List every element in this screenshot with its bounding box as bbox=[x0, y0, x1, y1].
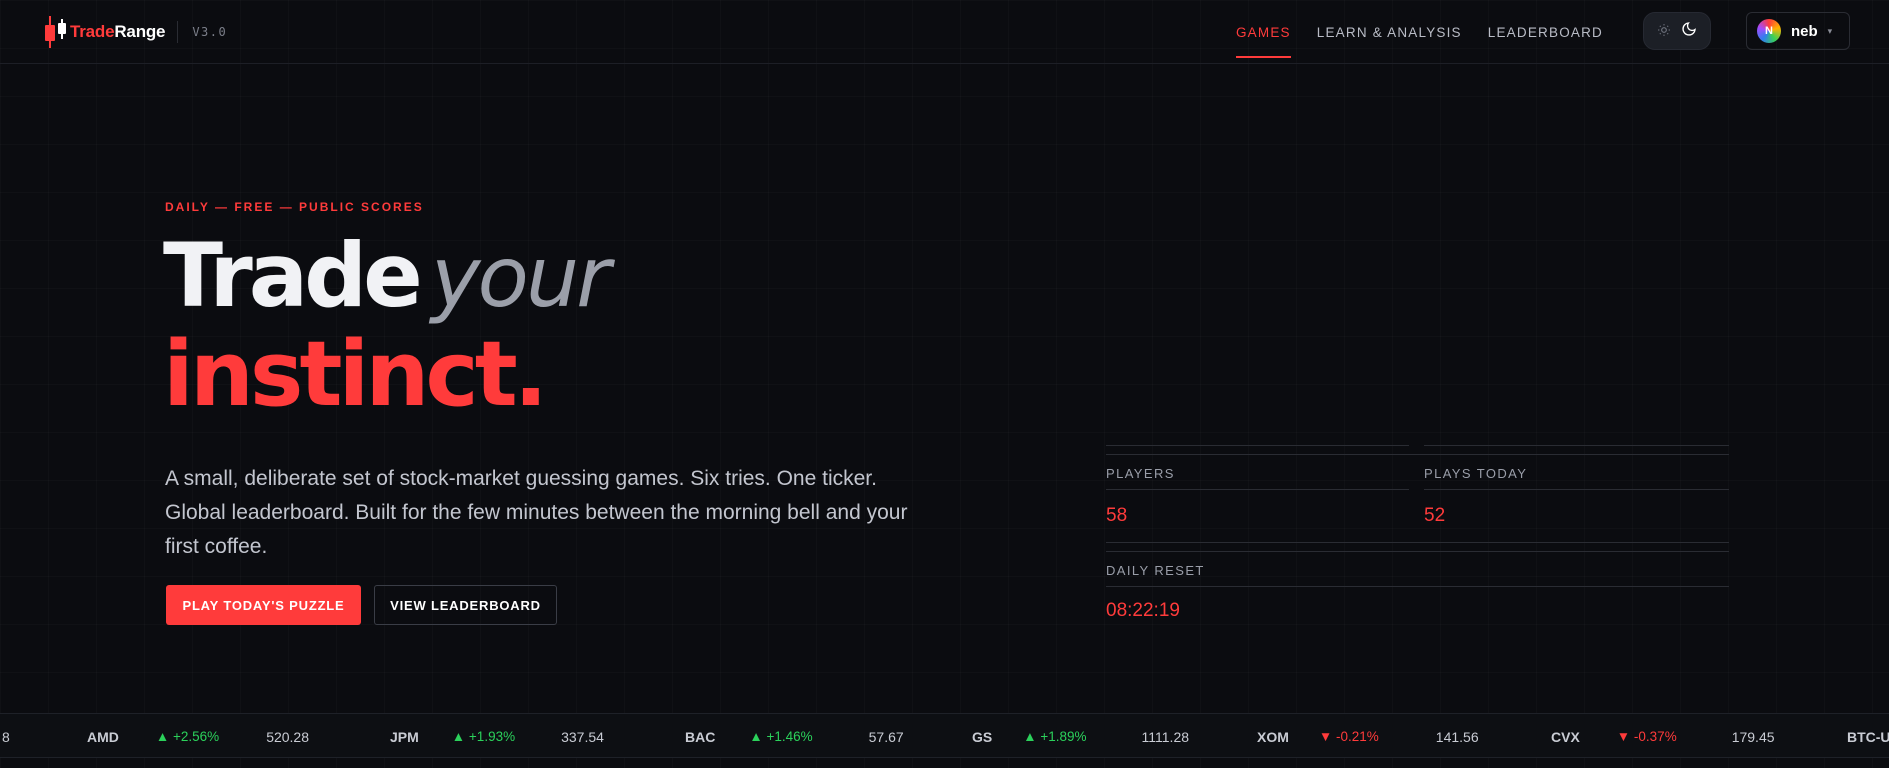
ticker-symbol: AMD bbox=[87, 728, 119, 745]
market-ticker: 8 AMD ▲ +2.56% 520.28 JPM ▲ +1.93% 337.5… bbox=[0, 713, 1889, 758]
hero-headline-line1: Trade your bbox=[163, 224, 611, 327]
headline-trade: Trade bbox=[163, 224, 423, 327]
stat-plays-today-label: PLAYS TODAY bbox=[1424, 466, 1528, 481]
brand-divider bbox=[177, 21, 179, 43]
headline-instinct: instinct. bbox=[163, 322, 548, 427]
candlestick-logo-icon bbox=[42, 16, 68, 48]
avatar: N bbox=[1757, 19, 1781, 43]
ticker-item: AMD ▲ +2.56% 520.28 bbox=[87, 714, 310, 757]
user-menu-button[interactable]: N neb ▾ bbox=[1746, 12, 1850, 50]
ticker-symbol: CVX bbox=[1551, 728, 1580, 745]
ticker-price: 57.67 bbox=[868, 728, 904, 745]
nav-leaderboard[interactable]: LEADERBOARD bbox=[1488, 0, 1603, 64]
ticker-change: ▼ -0.21% bbox=[1318, 729, 1379, 744]
stat-players: PLAYERS 58 bbox=[1106, 466, 1409, 527]
ticker-price: 1111.28 bbox=[1141, 728, 1190, 745]
theme-toggle[interactable] bbox=[1643, 12, 1711, 50]
ticker-change: ▲ +1.93% bbox=[451, 729, 516, 744]
ticker-change: ▲ +1.89% bbox=[1023, 729, 1087, 744]
sun-icon[interactable] bbox=[1657, 23, 1671, 40]
ticker-symbol: XOM bbox=[1257, 728, 1289, 745]
stat-daily-reset-value: 08:22:19 bbox=[1106, 600, 1180, 621]
version-label: V3.0 bbox=[192, 25, 228, 39]
stat-daily-reset: DAILY RESET 08:22:19 bbox=[1106, 563, 1729, 622]
stat-plays-today-value: 52 bbox=[1424, 505, 1446, 526]
ticker-price: 337.54 bbox=[561, 728, 604, 745]
view-leaderboard-button[interactable]: VIEW LEADERBOARD bbox=[374, 585, 557, 625]
ticker-item: 8 bbox=[2, 728, 10, 745]
ticker-symbol: BAC bbox=[685, 728, 716, 745]
nav-games[interactable]: GAMES bbox=[1235, 0, 1291, 64]
ticker-price: 520.28 bbox=[266, 728, 310, 745]
brand-logo[interactable]: TradeRange V3.0 bbox=[42, 16, 227, 48]
ticker-item: CVX ▼ -0.37% 179.45 bbox=[1551, 714, 1775, 757]
ticker-change: ▼ -0.37% bbox=[1616, 729, 1677, 744]
brand-name: TradeRange bbox=[70, 22, 166, 41]
main-nav: GAMES LEARN & ANALYSIS LEADERBOARD bbox=[1235, 0, 1603, 64]
ticker-item: JPM ▲ +1.93% 337.54 bbox=[390, 714, 604, 757]
stat-daily-reset-label: DAILY RESET bbox=[1106, 563, 1205, 578]
nav-learn-analysis[interactable]: LEARN & ANALYSIS bbox=[1317, 0, 1462, 64]
user-name: neb bbox=[1791, 22, 1818, 40]
ticker-symbol: JPM bbox=[390, 728, 419, 745]
headline-your: your bbox=[430, 228, 611, 326]
stat-players-value: 58 bbox=[1106, 505, 1128, 526]
chevron-down-icon: ▾ bbox=[1827, 25, 1833, 36]
ticker-item: XOM ▼ -0.21% 141.56 bbox=[1257, 714, 1479, 757]
stat-players-label: PLAYERS bbox=[1106, 466, 1175, 481]
ticker-symbol: GS bbox=[972, 728, 993, 745]
ticker-item: GS ▲ +1.89% 1111.28 bbox=[972, 714, 1190, 757]
ticker-change: ▲ +1.46% bbox=[749, 729, 813, 744]
ticker-price: 179.45 bbox=[1731, 728, 1775, 745]
ticker-item: BTC-U bbox=[1847, 714, 1889, 757]
stat-plays-today: PLAYS TODAY 52 bbox=[1424, 466, 1729, 527]
ticker-price: 141.56 bbox=[1435, 728, 1479, 745]
ticker-change: ▲ +2.56% bbox=[155, 729, 220, 744]
play-todays-puzzle-button[interactable]: PLAY TODAY'S PUZZLE bbox=[166, 585, 361, 625]
hero-description: A small, deliberate set of stock-market … bbox=[165, 467, 908, 558]
ticker-item: BAC ▲ +1.46% 57.67 bbox=[685, 714, 904, 757]
top-bar: TradeRange V3.0 GAMES LEARN & ANALYSIS L… bbox=[0, 0, 1889, 64]
ticker-symbol: BTC-U bbox=[1847, 728, 1889, 745]
moon-icon[interactable] bbox=[1681, 21, 1697, 42]
hero-eyebrow: DAILY — FREE — PUBLIC SCORES bbox=[165, 200, 424, 214]
